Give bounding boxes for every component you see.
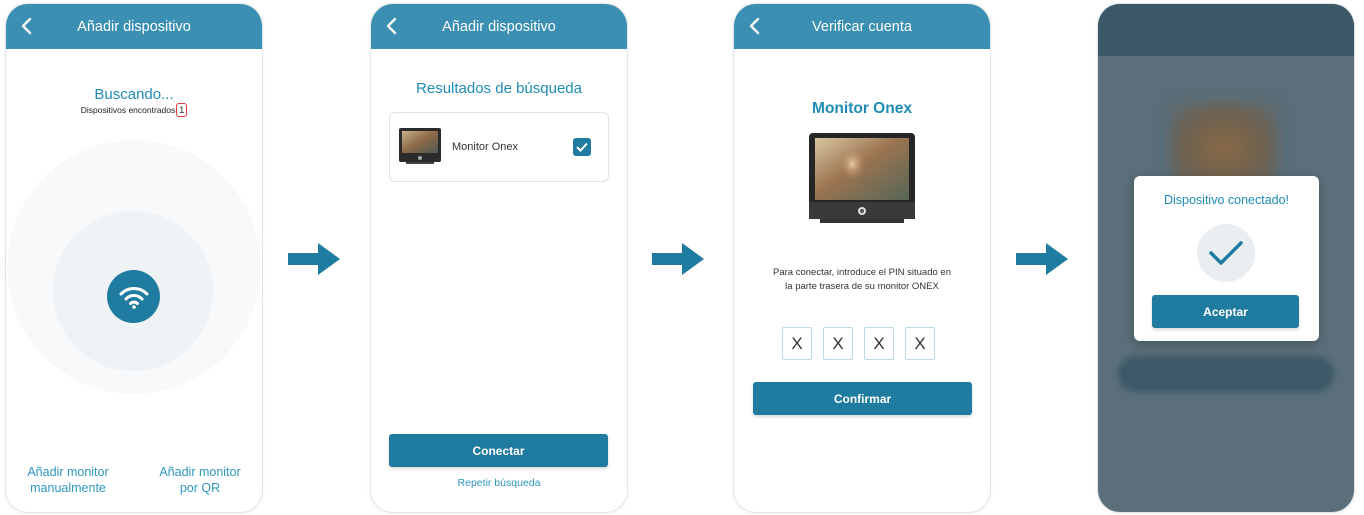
pin-digit-4[interactable]: X xyxy=(905,327,935,360)
blurred-button xyxy=(1118,356,1334,392)
app-header: Añadir dispositivo xyxy=(6,4,262,49)
devices-found-count: 1 xyxy=(176,103,188,117)
device-result-card[interactable]: Monitor Onex xyxy=(389,112,609,182)
screen-searching: Añadir dispositivo Buscando... Dispositi… xyxy=(6,4,262,512)
pin-digit-3[interactable]: X xyxy=(864,327,894,360)
connect-button[interactable]: Conectar xyxy=(389,434,608,467)
checkmark-icon xyxy=(1209,241,1243,265)
results-title: Resultados de búsqueda xyxy=(416,80,582,97)
add-monitor-qr-link[interactable]: Añadir monitor por QR xyxy=(156,464,244,496)
pin-instructions: Para conectar, introduce el PIN situado … xyxy=(754,266,970,294)
monitor-device-image xyxy=(809,133,915,223)
back-chevron-icon[interactable] xyxy=(748,17,762,35)
app-header: Verificar cuenta xyxy=(734,4,990,49)
flow-arrow-icon xyxy=(288,243,340,275)
flow-arrow-icon xyxy=(652,243,704,275)
devices-found-line: Dispositivos encontrados 1 xyxy=(6,103,262,117)
blurred-header xyxy=(1098,4,1354,56)
pin-digit-2[interactable]: X xyxy=(823,327,853,360)
repeat-search-link[interactable]: Repetir búsqueda xyxy=(371,477,627,489)
pin-input-group: X X X X xyxy=(782,327,935,360)
monitor-device-image xyxy=(399,128,441,164)
instruction-line2: la parte trasera de su monitor ONEX xyxy=(785,281,939,292)
header-title: Verificar cuenta xyxy=(812,18,912,35)
wifi-search-button[interactable] xyxy=(107,270,160,323)
back-chevron-icon[interactable] xyxy=(20,17,34,35)
device-title: Monitor Onex xyxy=(812,100,912,117)
dialog-title: Dispositivo conectado! xyxy=(1163,193,1290,207)
back-chevron-icon[interactable] xyxy=(385,17,399,35)
app-header: Añadir dispositivo xyxy=(371,4,627,49)
confirm-button[interactable]: Confirmar xyxy=(753,382,972,415)
searching-status: Buscando... xyxy=(94,86,174,103)
devices-found-label: Dispositivos encontrados xyxy=(80,105,176,115)
manual-link-line2: manualmente xyxy=(30,481,106,495)
add-monitor-manually-link[interactable]: Añadir monitor manualmente xyxy=(24,464,112,496)
screen-connected: Dispositivo conectado! Aceptar xyxy=(1098,4,1354,512)
header-title: Añadir dispositivo xyxy=(442,18,556,35)
accept-button[interactable]: Aceptar xyxy=(1152,295,1299,328)
success-dialog: Dispositivo conectado! Aceptar xyxy=(1134,176,1319,341)
pin-digit-1[interactable]: X xyxy=(782,327,812,360)
screen-verify: Verificar cuenta Monitor Onex Para conec… xyxy=(734,4,990,512)
instruction-line1: Para conectar, introduce el PIN situado … xyxy=(773,267,951,278)
qr-link-line2: por QR xyxy=(179,481,221,495)
device-select-checkbox[interactable] xyxy=(573,138,591,156)
checkbox-checked-icon xyxy=(576,142,588,152)
manual-link-line1: Añadir monitor xyxy=(27,465,109,479)
screen-results: Añadir dispositivo Resultados de búsqued… xyxy=(371,4,627,512)
flow-arrow-icon xyxy=(1016,243,1068,275)
qr-link-line1: Añadir monitor xyxy=(159,465,241,479)
device-name: Monitor Onex xyxy=(452,141,519,153)
success-badge xyxy=(1197,224,1255,282)
wifi-icon xyxy=(119,286,148,309)
header-title: Añadir dispositivo xyxy=(77,18,191,35)
